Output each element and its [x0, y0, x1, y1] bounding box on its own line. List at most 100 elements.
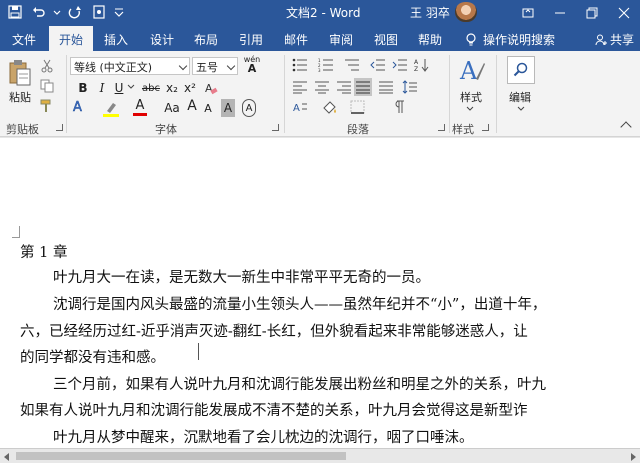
cut-icon[interactable]	[40, 59, 54, 73]
user-name[interactable]: 王 羽卒	[410, 4, 450, 21]
chevron-down-icon[interactable]	[466, 105, 474, 113]
customize-qat-icon[interactable]	[112, 2, 126, 22]
tab-view[interactable]: 视图	[374, 31, 398, 48]
paragraph-line[interactable]: 如果有人说叶九月和沈调行能发展成不清不楚的关系，叶九月会觉得这是新型诈	[20, 399, 528, 420]
tab-insert[interactable]: 插入	[104, 31, 128, 48]
styles-icon[interactable]: A	[458, 57, 486, 83]
align-left-icon[interactable]	[292, 80, 308, 94]
sort-icon[interactable]: AZ	[414, 58, 430, 72]
grow-font-button[interactable]: A	[186, 97, 198, 115]
decrease-indent-icon[interactable]	[370, 58, 386, 72]
distributed-icon[interactable]	[378, 80, 394, 94]
clear-formatting-icon[interactable]: A	[204, 81, 218, 95]
restore-icon[interactable]	[576, 0, 608, 25]
undo-dropdown-icon[interactable]	[52, 2, 62, 22]
horizontal-scrollbar[interactable]	[0, 448, 640, 463]
paste-button-label[interactable]: 粘贴	[9, 89, 31, 105]
paragraph-line[interactable]: 六，已经经历过红-近乎消声灭迹-翻红-长红，但外貌看起来非常能够迷惑人，让	[20, 320, 528, 341]
tab-mailings[interactable]: 邮件	[284, 31, 308, 48]
tab-help[interactable]: 帮助	[418, 31, 442, 48]
tab-design[interactable]: 设计	[150, 31, 174, 48]
align-right-icon[interactable]	[336, 80, 352, 94]
change-case-button[interactable]: Aa	[162, 99, 182, 117]
tab-references[interactable]: 引用	[239, 31, 263, 48]
styles-launcher-icon[interactable]	[482, 124, 489, 131]
editing-button-label[interactable]: 编辑	[509, 89, 531, 105]
svg-text:3: 3	[318, 68, 321, 72]
paragraph-line[interactable]: 的同学都没有违和感。	[20, 346, 165, 367]
underline-button[interactable]: U	[112, 79, 126, 97]
share-button[interactable]: 共享	[595, 31, 634, 48]
redo-icon[interactable]	[64, 2, 86, 22]
paragraph-line[interactable]: 三个月前，如果有人说叶九月和沈调行能发展出粉丝和明星之外的关系，叶九	[53, 373, 546, 394]
format-painter-icon[interactable]	[40, 99, 54, 113]
svg-text:Z: Z	[414, 66, 418, 72]
group-separator	[66, 55, 67, 133]
close-icon[interactable]	[608, 0, 640, 25]
numbering-icon[interactable]: 123	[318, 58, 334, 72]
avatar[interactable]	[455, 2, 477, 22]
phonetic-guide-button[interactable]: wén A	[243, 55, 261, 77]
scroll-right-icon[interactable]	[631, 453, 636, 461]
paragraph-line[interactable]: 沈调行是国内风头最盛的流量小生领头人——虽然年纪并不“小”，出道十年，	[53, 293, 546, 314]
collapse-ribbon-icon[interactable]	[620, 121, 632, 133]
svg-text:A: A	[459, 57, 478, 83]
font-group-label: 字体	[155, 123, 177, 136]
increase-indent-icon[interactable]	[392, 58, 408, 72]
paragraph-line[interactable]: 叶九月大一在读，是无数大一新生中非常平平无奇的一员。	[53, 266, 430, 287]
subscript-button[interactable]: x₂	[164, 79, 180, 97]
borders-icon[interactable]	[350, 100, 366, 114]
align-center-icon[interactable]	[314, 80, 330, 94]
shading-icon[interactable]	[322, 100, 338, 114]
justify-icon[interactable]	[354, 78, 372, 96]
undo-icon[interactable]	[28, 2, 50, 22]
chapter-heading[interactable]: 第 1 章	[20, 241, 67, 262]
strikethrough-button[interactable]: abc	[140, 79, 162, 97]
paste-icon[interactable]	[8, 59, 32, 87]
paragraph-launcher-icon[interactable]	[438, 124, 445, 131]
superscript-button[interactable]: x²	[182, 79, 198, 97]
tab-layout[interactable]: 布局	[194, 31, 218, 48]
tab-review[interactable]: 审阅	[329, 31, 353, 48]
text-cursor	[198, 343, 199, 360]
font-name-select[interactable]: 等线 (中文正文)	[70, 57, 190, 75]
shrink-font-button[interactable]: A	[202, 99, 214, 117]
ribbon-display-options-icon[interactable]	[512, 0, 544, 25]
editing-button[interactable]	[507, 56, 535, 84]
scrollbar-thumb[interactable]	[16, 452, 346, 460]
scroll-left-icon[interactable]	[4, 453, 9, 461]
tab-home[interactable]: 开始	[49, 26, 94, 51]
multilevel-list-icon[interactable]	[344, 58, 360, 72]
styles-button-label[interactable]: 样式	[460, 89, 482, 105]
show-hide-marks-icon[interactable]	[390, 100, 406, 114]
chevron-down-icon[interactable]	[517, 105, 525, 113]
enclose-characters-button[interactable]: A	[242, 99, 256, 117]
font-size-select[interactable]: 五号	[192, 57, 238, 75]
title-bar: 文档2 - Word 王 羽卒	[0, 0, 640, 25]
font-color-button[interactable]: A	[133, 98, 147, 116]
text-effects-icon[interactable]: A	[72, 99, 86, 113]
svg-text:A: A	[73, 100, 82, 113]
save-icon[interactable]	[4, 2, 26, 22]
bullets-icon[interactable]	[292, 58, 308, 72]
font-launcher-icon[interactable]	[272, 124, 279, 131]
touch-mode-icon[interactable]	[88, 2, 110, 22]
quick-access-toolbar	[4, 2, 126, 22]
tab-file[interactable]: 文件	[12, 31, 36, 48]
highlight-button[interactable]	[103, 99, 119, 117]
line-spacing-icon[interactable]	[402, 80, 418, 94]
italic-button[interactable]: I	[95, 79, 109, 97]
copy-icon[interactable]	[40, 79, 54, 93]
tell-me-search[interactable]: 操作说明搜索	[465, 31, 555, 48]
document-page[interactable]: 第 1 章 叶九月大一在读，是无数大一新生中非常平平无奇的一员。 沈调行是国内风…	[0, 138, 640, 448]
chinese-layout-icon[interactable]: A	[292, 100, 308, 114]
clipboard-launcher-icon[interactable]	[56, 124, 63, 131]
minimize-icon[interactable]	[544, 0, 576, 25]
character-shading-button[interactable]: A	[221, 99, 235, 117]
chevron-down-icon[interactable]	[127, 83, 135, 91]
svg-text:A: A	[293, 103, 300, 114]
paragraph-line[interactable]: 叶九月从梦中醒来，沉默地看了会儿枕边的沈调行，咽了口唾沫。	[53, 426, 474, 447]
bold-button[interactable]: B	[76, 79, 90, 97]
lightbulb-icon	[466, 32, 476, 45]
phonetic-guide-letter: A	[247, 62, 257, 75]
